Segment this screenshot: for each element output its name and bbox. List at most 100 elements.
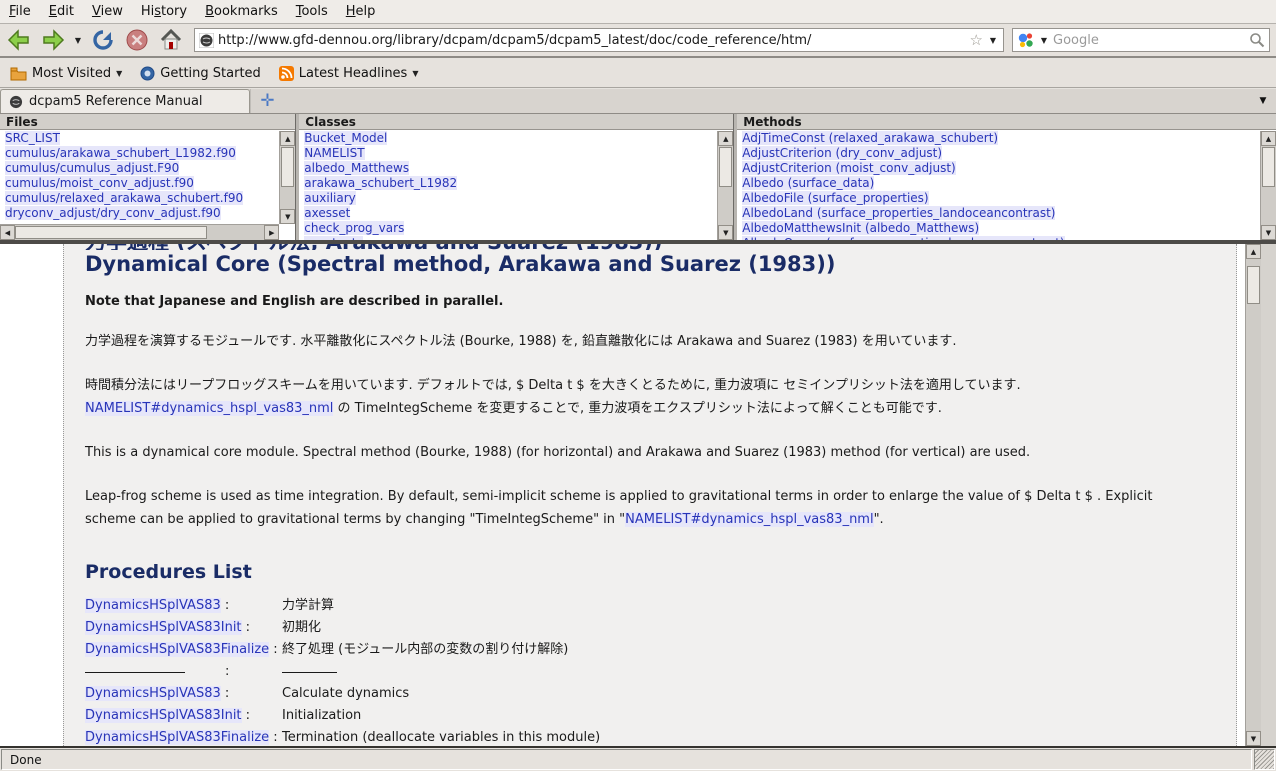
back-history-dropdown[interactable]: ▼ xyxy=(72,36,84,45)
status-bar: Done xyxy=(0,748,1276,771)
method-link[interactable]: AlbedoMatthewsInit (albedo_Matthews) xyxy=(742,221,979,235)
scrollbar-thumb[interactable] xyxy=(1247,266,1260,304)
scrollbar-thumb[interactable] xyxy=(281,147,294,187)
methods-vertical-scrollbar[interactable]: ▲ ▼ xyxy=(1260,131,1276,240)
menu-history[interactable]: History xyxy=(132,1,196,22)
procedure-link[interactable]: DynamicsHSplVAS83Init xyxy=(85,708,242,723)
search-engine-dropdown[interactable]: ▼ xyxy=(1038,36,1050,45)
url-dropdown[interactable]: ▼ xyxy=(987,36,999,45)
procedure-link[interactable]: DynamicsHSplVAS83Init xyxy=(85,620,242,635)
reload-button[interactable] xyxy=(88,26,118,54)
new-tab-button[interactable]: ✛ xyxy=(250,89,284,113)
class-link[interactable]: check_prog_vars xyxy=(304,221,404,235)
bookmark-getting-started[interactable]: Getting Started xyxy=(134,64,267,83)
note-line: Note that Japanese and English are descr… xyxy=(85,294,1236,309)
file-link[interactable]: cumulus/arakawa_schubert_L1982.f90 xyxy=(5,146,236,160)
procedure-link-cell: DynamicsHSplVAS83 xyxy=(85,595,282,617)
bookmark-most-visited[interactable]: Most Visited ▼ xyxy=(4,64,128,83)
class-link[interactable]: NAMELIST xyxy=(304,146,364,160)
bookmark-label: Getting Started xyxy=(160,66,261,81)
file-link[interactable]: cumulus/moist_conv_adjust.f90 xyxy=(5,176,194,190)
file-link[interactable]: dryconv_adjust/dry_conv_adjust.f90 xyxy=(5,206,221,220)
method-link[interactable]: AlbedoFile (surface_properties) xyxy=(742,191,928,205)
file-link[interactable]: SRC_LIST xyxy=(5,131,60,145)
class-link[interactable]: Bucket_Model xyxy=(304,131,387,145)
files-vertical-scrollbar[interactable]: ▲ ▼ xyxy=(279,131,295,224)
navigation-toolbar: ▼ ☆ ▼ ▼ xyxy=(0,24,1276,58)
menu-edit[interactable]: Edit xyxy=(40,1,83,22)
scrollbar-thumb[interactable] xyxy=(15,226,207,239)
namelist-link[interactable]: NAMELIST#dynamics_hspl_vas83_nml xyxy=(85,401,333,416)
scroll-up-icon[interactable]: ▲ xyxy=(1246,244,1261,259)
file-link[interactable]: cumulus/cumulus_adjust.F90 xyxy=(5,161,179,175)
bookmarks-toolbar: Most Visited ▼ Getting Started Latest He… xyxy=(0,60,1276,88)
url-input[interactable] xyxy=(218,33,966,48)
classes-vertical-scrollbar[interactable]: ▲ ▼ xyxy=(717,131,733,240)
bookmark-star-icon[interactable]: ☆ xyxy=(970,31,983,49)
getting-started-icon xyxy=(140,66,155,81)
procedure-row: DynamicsHSplVAS83Init初期化 xyxy=(85,617,1236,639)
bookmark-latest-headlines[interactable]: Latest Headlines ▼ xyxy=(273,64,425,83)
scroll-down-icon[interactable]: ▼ xyxy=(280,209,295,224)
procedure-link[interactable]: DynamicsHSplVAS83Finalize xyxy=(85,730,269,745)
forward-button[interactable] xyxy=(38,26,68,54)
namelist-link[interactable]: NAMELIST#dynamics_hspl_vas83_nml xyxy=(625,512,873,527)
menu-view[interactable]: View xyxy=(83,1,132,22)
method-link[interactable]: AlbedoLand (surface_properties_landocean… xyxy=(742,206,1055,220)
scroll-right-icon[interactable]: ▶ xyxy=(264,225,279,240)
scrollbar-thumb[interactable] xyxy=(719,147,732,187)
scroll-up-icon[interactable]: ▲ xyxy=(280,131,295,146)
menu-file[interactable]: File xyxy=(0,1,40,22)
class-link[interactable]: auxiliary xyxy=(304,191,355,205)
method-link[interactable]: AdjustCriterion (moist_conv_adjust) xyxy=(742,161,955,175)
method-link[interactable]: Albedo (surface_data) xyxy=(742,176,874,190)
home-button[interactable] xyxy=(156,26,186,54)
back-button[interactable] xyxy=(4,26,34,54)
method-link[interactable]: AdjustCriterion (dry_conv_adjust) xyxy=(742,146,942,160)
main-vertical-scrollbar[interactable]: ▲ ▼ xyxy=(1245,244,1261,746)
tab-favicon xyxy=(9,95,23,109)
scroll-down-icon[interactable]: ▼ xyxy=(1246,731,1261,746)
class-link[interactable]: albedo_Matthews xyxy=(304,161,409,175)
search-bar[interactable]: ▼ xyxy=(1012,28,1270,52)
scroll-down-icon[interactable]: ▼ xyxy=(1261,225,1276,240)
clipped-japanese-title: 力学過程 (スペクトル法, Arakawa and Suarez (1983)) xyxy=(85,244,1236,250)
search-magnifier-icon[interactable] xyxy=(1249,32,1265,48)
scroll-down-icon[interactable]: ▼ xyxy=(718,225,733,240)
paragraph-jp-1: 力学過程を演算するモジュールです. 水平離散化にスペクトル法 (Bourke, … xyxy=(85,330,1205,353)
scroll-up-icon[interactable]: ▲ xyxy=(1261,131,1276,146)
class-link[interactable]: arakawa_schubert_L1982 xyxy=(304,176,457,190)
list-all-tabs-button[interactable]: ▼ xyxy=(1250,89,1276,113)
bookmark-label: Latest Headlines xyxy=(299,66,408,81)
paragraph-en-1: This is a dynamical core module. Spectra… xyxy=(85,441,1205,464)
folder-icon xyxy=(10,67,27,81)
resize-grip[interactable] xyxy=(1254,749,1275,770)
file-link[interactable]: cumulus/relaxed_arakawa_schubert.f90 xyxy=(5,191,243,205)
scroll-left-icon[interactable]: ◀ xyxy=(0,225,15,240)
search-input[interactable] xyxy=(1053,33,1246,48)
scrollbar-thumb[interactable] xyxy=(1262,147,1275,187)
procedures-table: DynamicsHSplVAS83力学計算DynamicsHSplVAS83In… xyxy=(85,595,1236,746)
main-content-frame: 力学過程 (スペクトル法, Arakawa and Suarez (1983))… xyxy=(0,240,1276,748)
menu-bookmarks[interactable]: Bookmarks xyxy=(196,1,287,22)
procedure-row: DynamicsHSplVAS83InitInitialization xyxy=(85,705,1236,727)
tab-dcpam5-reference-manual[interactable]: dcpam5 Reference Manual xyxy=(0,89,250,113)
method-link-row: AlbedoFile (surface_properties) xyxy=(737,191,1260,206)
stop-button[interactable] xyxy=(122,26,152,54)
class-link-row: check_prog_vars xyxy=(299,221,717,236)
procedure-description: Calculate dynamics xyxy=(282,686,409,701)
procedure-link[interactable]: DynamicsHSplVAS83 xyxy=(85,598,221,613)
class-link-row: albedo_Matthews xyxy=(299,161,717,176)
procedure-link[interactable]: DynamicsHSplVAS83Finalize xyxy=(85,642,269,657)
procedure-row: DynamicsHSplVAS83FinalizeTermination (de… xyxy=(85,727,1236,746)
menu-tools[interactable]: Tools xyxy=(287,1,337,22)
procedure-link[interactable]: DynamicsHSplVAS83 xyxy=(85,686,221,701)
menu-help[interactable]: Help xyxy=(337,1,385,22)
procedure-link-cell: DynamicsHSplVAS83Init xyxy=(85,705,282,727)
scroll-up-icon[interactable]: ▲ xyxy=(718,131,733,146)
url-bar[interactable]: ☆ ▼ xyxy=(194,28,1004,52)
files-horizontal-scrollbar[interactable]: ◀ ▶ xyxy=(0,224,279,240)
method-link[interactable]: AdjTimeConst (relaxed_arakawa_schubert) xyxy=(742,131,998,145)
classes-frame-title: Classes xyxy=(299,114,733,130)
class-link[interactable]: axesset xyxy=(304,206,350,220)
